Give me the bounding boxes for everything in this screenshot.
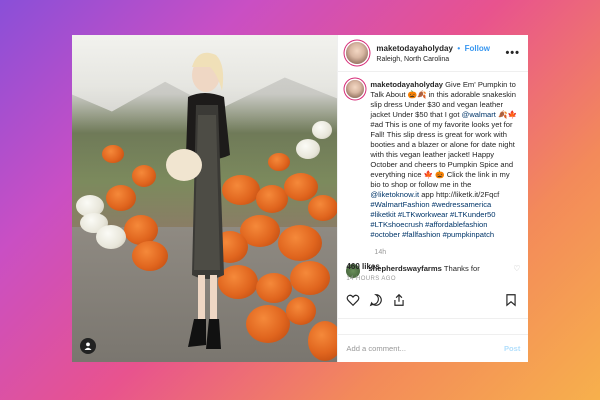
pumpkin (106, 185, 136, 211)
action-bar (338, 293, 529, 335)
avatar[interactable] (346, 42, 369, 64)
post-header: maketodayaholyday • Follow Raleigh, Nort… (338, 35, 528, 72)
pumpkin (308, 321, 338, 361)
caption-age: 14h (374, 249, 387, 256)
pumpkin (256, 185, 288, 213)
username-link[interactable]: maketodayaholyday (376, 44, 452, 53)
comment-input[interactable]: Add a comment... (346, 344, 406, 353)
timestamp: 14 HOURS AGO (346, 276, 396, 282)
location-link[interactable]: Raleigh, North Carolina (376, 54, 490, 65)
bookmark-icon[interactable] (504, 293, 518, 307)
post-sidebar: maketodayaholyday • Follow Raleigh, Nort… (337, 35, 529, 362)
caption-avatar[interactable] (346, 80, 365, 98)
pumpkin (308, 195, 338, 221)
pumpkin (268, 153, 290, 171)
white-pumpkin (296, 139, 320, 159)
heart-icon[interactable] (346, 293, 360, 307)
white-pumpkin (96, 225, 126, 249)
instagram-post-card: maketodayaholyday • Follow Raleigh, Nort… (72, 35, 529, 362)
caption-username[interactable]: maketodayaholyday (370, 80, 443, 89)
share-icon[interactable] (392, 293, 406, 307)
woman-figure (166, 52, 230, 349)
mention-walmart[interactable]: @walmart (462, 110, 496, 119)
pumpkin (278, 225, 322, 261)
hashtags[interactable]: #WalmartFashion #wedressamerica #liketki… (370, 200, 495, 239)
mention-liketoknowit[interactable]: @liketoknow.it (370, 190, 419, 199)
caption-text: maketodayaholyday Give Em' Pumpkin to Ta… (370, 80, 518, 240)
pumpkin (132, 165, 156, 187)
caption: maketodayaholyday Give Em' Pumpkin to Ta… (346, 80, 520, 240)
pumpkin (102, 145, 124, 163)
user-tag-icon[interactable] (80, 338, 96, 354)
follow-button[interactable]: Follow (465, 44, 490, 53)
pumpkin (286, 297, 316, 325)
pumpkin (246, 305, 290, 343)
caption-mid: 🍂🍁 #ad This is one of my favorite looks … (370, 110, 517, 189)
pumpkin (256, 273, 292, 303)
caption-end: app http://liketk.it/2Fqcf (419, 190, 500, 199)
white-pumpkin (312, 121, 332, 139)
pumpkin (290, 261, 330, 295)
comment-icon[interactable] (369, 293, 383, 307)
comment-text-block: shepherdswayfarms Thanks for (368, 264, 479, 273)
post-photo[interactable] (72, 35, 338, 362)
comment-text: Thanks for (443, 264, 480, 273)
likes-count[interactable]: 460 likes (346, 262, 379, 271)
more-icon[interactable]: ••• (505, 47, 520, 59)
comment-heart-icon[interactable]: ♡ (513, 264, 520, 273)
add-comment-bar: Add a comment... Post (338, 334, 529, 362)
comments-section: maketodayaholyday Give Em' Pumpkin to Ta… (338, 72, 528, 294)
post-button[interactable]: Post (504, 344, 520, 353)
separator-dot: • (457, 44, 461, 53)
